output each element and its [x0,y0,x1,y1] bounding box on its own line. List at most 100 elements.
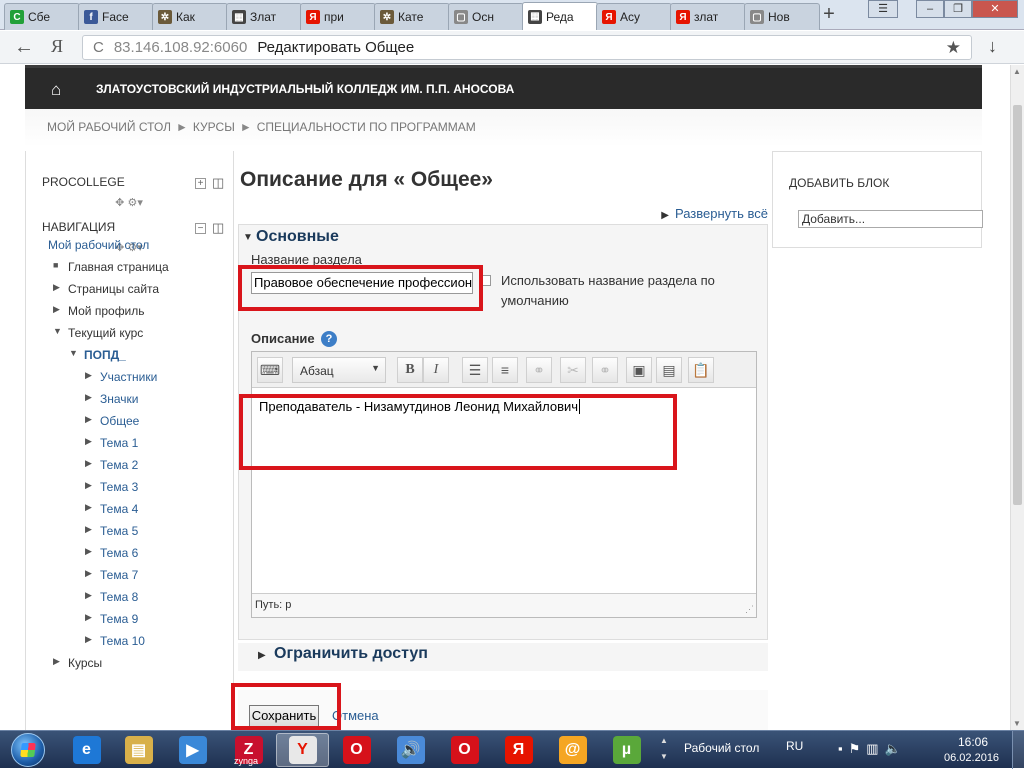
nav-item-label[interactable]: Главная страница [68,260,169,274]
clock-time[interactable]: 16:06 [958,735,988,749]
chevron-right-icon[interactable]: ▶ [85,392,92,403]
editor-content-area[interactable]: Преподаватель - Низамутдинов Леонид Миха… [252,388,756,594]
nav-item-label[interactable]: Тема 7 [100,568,138,582]
close-window-button[interactable]: ✕ [972,0,1018,18]
breadcrumb-courses[interactable]: Курсы [193,120,235,134]
chevron-right-icon[interactable]: ▶ [53,282,60,293]
resize-handle-icon[interactable]: ⋰ [745,604,754,615]
network-icon[interactable]: ▥ [866,741,878,759]
nav-item-label[interactable]: Тема 4 [100,502,138,516]
nav-item[interactable]: ▶ Страницы сайта [53,282,159,296]
link-icon[interactable]: ⚭ [526,357,552,383]
chevron-right-icon[interactable]: ▶ [53,656,60,667]
nav-item[interactable]: ▶ Тема 8 [85,590,138,604]
nav-item[interactable]: ▶ Участники [85,370,157,384]
taskbar-app[interactable]: @ [546,733,599,767]
back-icon[interactable]: ← [14,36,34,59]
section-name-input[interactable]: Правовое обеспечение профессиональной де… [251,272,473,294]
collapse-block-icon[interactable]: − [195,223,206,234]
nav-item[interactable]: ▶ Тема 2 [85,458,138,472]
taskbar-app[interactable]: Zzynga [222,733,275,767]
taskbar-app[interactable]: O [438,733,491,767]
gear-icon[interactable]: ⚙ [127,197,137,209]
yandex-logo-icon[interactable]: Я [51,36,63,57]
bullet-icon[interactable]: ■ [53,260,58,270]
nav-item-label[interactable]: Тема 1 [100,436,138,450]
use-default-name-label[interactable]: Использовать название раздела по умолчан… [501,271,756,311]
use-default-name-checkbox[interactable] [480,275,491,286]
scroll-down-icon[interactable]: ▼ [1013,719,1021,728]
nav-item[interactable]: ■ Главная страница [53,260,169,274]
browser-tab[interactable]: ▦ Злат [226,3,302,30]
page-scrollbar[interactable]: ▲ ▼ [1010,65,1024,730]
nav-item-label[interactable]: Текущий курс [68,326,143,340]
nav-item[interactable]: ▶ Тема 3 [85,480,138,494]
nav-item[interactable]: ▶ Тема 7 [85,568,138,582]
scroll-up-icon[interactable]: ▲ [1013,67,1021,76]
tray-app-icon[interactable]: ▪ [838,741,843,759]
image-icon[interactable]: ▣ [626,357,652,383]
chevron-right-icon[interactable]: ▶ [85,414,92,425]
chevron-right-icon[interactable]: ▶ [85,546,92,557]
nav-item-label[interactable]: Тема 10 [100,634,145,648]
nav-item[interactable]: ▶ Тема 1 [85,436,138,450]
browser-tab[interactable]: Япри [300,3,376,30]
nav-item-label[interactable]: Тема 5 [100,524,138,538]
chevron-down-icon[interactable]: ▾ [137,197,143,209]
block-move-controls[interactable]: ✥ ⚙▾ [110,196,148,210]
paragraph-format-select[interactable]: Абзац ▼ [292,357,386,383]
expand-all-link[interactable]: ▶ Развернуть всё [661,206,768,221]
chevron-down-icon[interactable]: ▼ [53,326,62,336]
nav-item-label[interactable]: Тема 6 [100,546,138,560]
chevron-right-icon[interactable]: ▶ [85,458,92,469]
taskbar-app[interactable]: Я [492,733,545,767]
chevron-right-icon[interactable]: ▶ [85,370,92,381]
chevron-right-icon[interactable]: ▶ [53,304,60,315]
nav-item[interactable]: ▶ Тема 10 [85,634,145,648]
anchor-icon[interactable]: ⚭ [592,357,618,383]
chevron-right-icon[interactable]: ▶ [85,634,92,645]
nav-item-label[interactable]: Тема 8 [100,590,138,604]
move-icon[interactable]: ✥ [115,197,124,209]
taskbar-app[interactable]: ▶ [166,733,219,767]
nav-item[interactable]: ▶ Общее [85,414,139,428]
site-name[interactable]: Златоустовский индустриальный колледж им… [96,82,514,96]
expand-all-label[interactable]: Развернуть всё [675,206,768,221]
dock-icon[interactable]: ◫ [212,221,224,234]
browser-tab[interactable]: ▢ Нов [744,3,820,30]
nav-item[interactable]: ▶ Тема 5 [85,524,138,538]
chevron-right-icon[interactable]: ▶ [85,502,92,513]
breadcrumb-dashboard[interactable]: Мой рабочий стол [47,120,171,134]
unlink-icon[interactable]: ✂ [560,357,586,383]
browser-tab[interactable]: Язлат [670,3,746,30]
numbered-list-icon[interactable]: ≡ [492,357,518,383]
taskbar-scroll[interactable]: ▲ ▼ [658,733,670,767]
section-general-legend[interactable]: Основные [256,228,339,246]
start-button[interactable] [3,731,53,769]
italic-icon[interactable]: I [423,357,449,383]
media-icon[interactable]: ▤ [656,357,682,383]
nav-item-label[interactable]: Тема 9 [100,612,138,626]
chevron-right-icon[interactable]: ▶ [85,524,92,535]
nav-item-label[interactable]: Мой профиль [68,304,145,318]
taskbar-app[interactable]: e [60,733,113,767]
nav-item-label[interactable]: Мой рабочий стол [48,238,149,252]
browser-tab[interactable]: ▦ Реда [522,2,598,30]
help-icon[interactable]: ? [321,331,337,347]
cancel-link[interactable]: Отмена [332,708,379,723]
browser-tab[interactable]: ✲ Как [152,3,228,30]
taskbar-app[interactable]: Y [276,733,329,767]
taskbar-app[interactable]: ▤ [112,733,165,767]
volume-icon[interactable]: 🔈 [885,741,901,759]
chevron-right-icon[interactable]: ▶ [85,590,92,601]
browser-tab[interactable]: ▢ Осн [448,3,524,30]
bookmark-star-icon[interactable]: ★ [946,38,961,58]
taskbar-app[interactable]: µ [600,733,653,767]
chevron-right-icon[interactable]: ▶ [85,612,92,623]
home-icon[interactable]: ⌂ [51,80,61,100]
taskbar-app[interactable]: 🔊 [384,733,437,767]
minimize-button[interactable]: – [916,0,944,18]
nav-item-label[interactable]: Тема 2 [100,458,138,472]
nav-item-label[interactable]: Участники [100,370,157,384]
browser-tab[interactable]: f Face [78,3,154,30]
